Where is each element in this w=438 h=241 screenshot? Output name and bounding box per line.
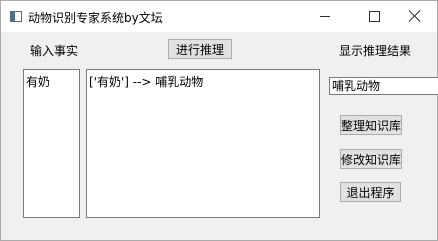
close-icon bbox=[408, 9, 422, 23]
maximize-icon bbox=[369, 11, 380, 22]
maximize-button[interactable] bbox=[351, 1, 397, 32]
app-icon bbox=[10, 11, 22, 22]
window-title: 动物识别专家系统by文坛 bbox=[28, 11, 163, 25]
close-button[interactable] bbox=[392, 1, 438, 32]
minimize-button[interactable] bbox=[302, 1, 348, 32]
app-window: 动物识别专家系统by文坛 输入事实 进行推理 显示推理结果 有奶 ['有奶'] … bbox=[0, 0, 438, 241]
result-field[interactable]: 哺乳动物 bbox=[329, 77, 438, 95]
show-result-label: 显示推理结果 bbox=[339, 44, 412, 58]
facts-input[interactable]: 有奶 bbox=[23, 69, 80, 218]
exit-button[interactable]: 退出程序 bbox=[340, 182, 401, 202]
modify-kb-button[interactable]: 修改知识库 bbox=[340, 149, 402, 169]
reasoning-output[interactable]: ['有奶'] --> 哺乳动物 bbox=[86, 69, 320, 218]
minimize-icon bbox=[320, 16, 330, 17]
infer-button[interactable]: 进行推理 bbox=[168, 39, 232, 59]
title-bar[interactable]: 动物识别专家系统by文坛 bbox=[1, 1, 437, 32]
input-facts-label: 输入事实 bbox=[30, 44, 79, 58]
organize-kb-button[interactable]: 整理知识库 bbox=[340, 115, 402, 135]
